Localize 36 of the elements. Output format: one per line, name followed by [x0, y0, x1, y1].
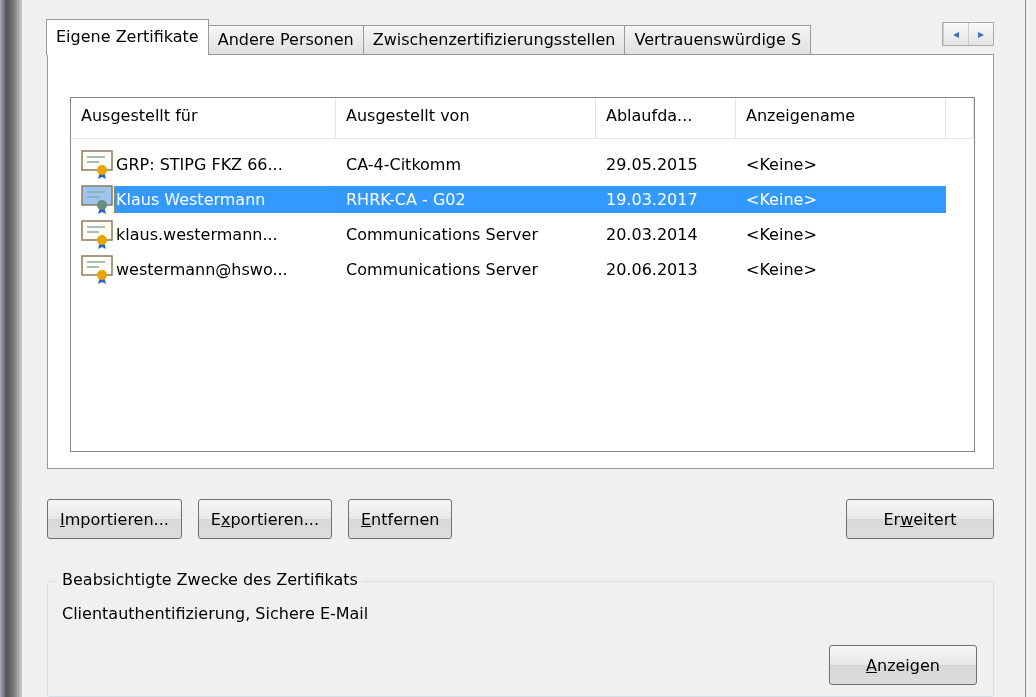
action-button[interactable]: Entfernen — [348, 499, 453, 539]
table-cell[interactable]: GRP: STIPG FKZ 66... — [114, 151, 283, 178]
action-button[interactable]: Exportieren... — [197, 499, 332, 539]
group-title: Beabsichtigte Zwecke des Zertifikats — [58, 570, 362, 589]
table-cell[interactable]: 20.06.2013 — [596, 256, 736, 283]
certificate-icon — [81, 254, 114, 285]
table-cell[interactable]: Communications Server — [336, 221, 596, 248]
table-cell[interactable]: klaus.westermann... — [114, 221, 278, 248]
column-header[interactable]: Ausgestellt von — [336, 98, 596, 138]
table-cell[interactable]: 29.05.2015 — [596, 151, 736, 178]
purposes-text: Clientauthentifizierung, Sichere E-Mail — [62, 604, 369, 623]
column-header[interactable]: Ausgestellt für — [71, 98, 336, 138]
certificate-icon — [81, 184, 114, 215]
table-cell[interactable]: <Keine> — [736, 256, 946, 283]
column-header[interactable]: Ablaufda... — [596, 98, 736, 138]
tab[interactable]: Andere Personen — [207, 25, 364, 54]
table-cell[interactable]: westermann@hswo... — [114, 256, 288, 283]
tab-scroll-button[interactable]: ◂ — [943, 23, 968, 45]
table-cell[interactable]: CA-4-Citkomm — [336, 151, 596, 178]
list-row[interactable]: westermann@hswo... Communications Server 20.06.2013 <Keine> — [71, 252, 974, 287]
certificate-icon — [81, 219, 114, 250]
tab[interactable]: Vertrauenswürdige S — [624, 25, 812, 54]
table-cell[interactable]: <Keine> — [736, 151, 946, 178]
certificate-icon — [81, 149, 114, 180]
action-button[interactable]: Erweitert — [846, 499, 994, 539]
column-header[interactable]: Anzeigename — [736, 98, 946, 138]
list-row[interactable]: GRP: STIPG FKZ 66... CA-4-Citkomm 29.05.2015 <Keine> — [71, 147, 974, 182]
tab-scroll-button[interactable]: ▸ — [968, 23, 993, 45]
list-row[interactable]: klaus.westermann... Communications Server 20.03.2014 <Keine> — [71, 217, 974, 252]
tab[interactable]: Eigene Zertifikate — [46, 19, 209, 55]
table-cell[interactable]: Communications Server — [336, 256, 596, 283]
action-button[interactable]: Importieren... — [47, 499, 182, 539]
view-button[interactable]: Anzeigen — [829, 645, 977, 685]
table-cell[interactable]: <Keine> — [736, 221, 946, 248]
table-cell[interactable]: 20.03.2014 — [596, 221, 736, 248]
tab[interactable]: Zwischenzertifizierungsstellen — [362, 25, 626, 54]
